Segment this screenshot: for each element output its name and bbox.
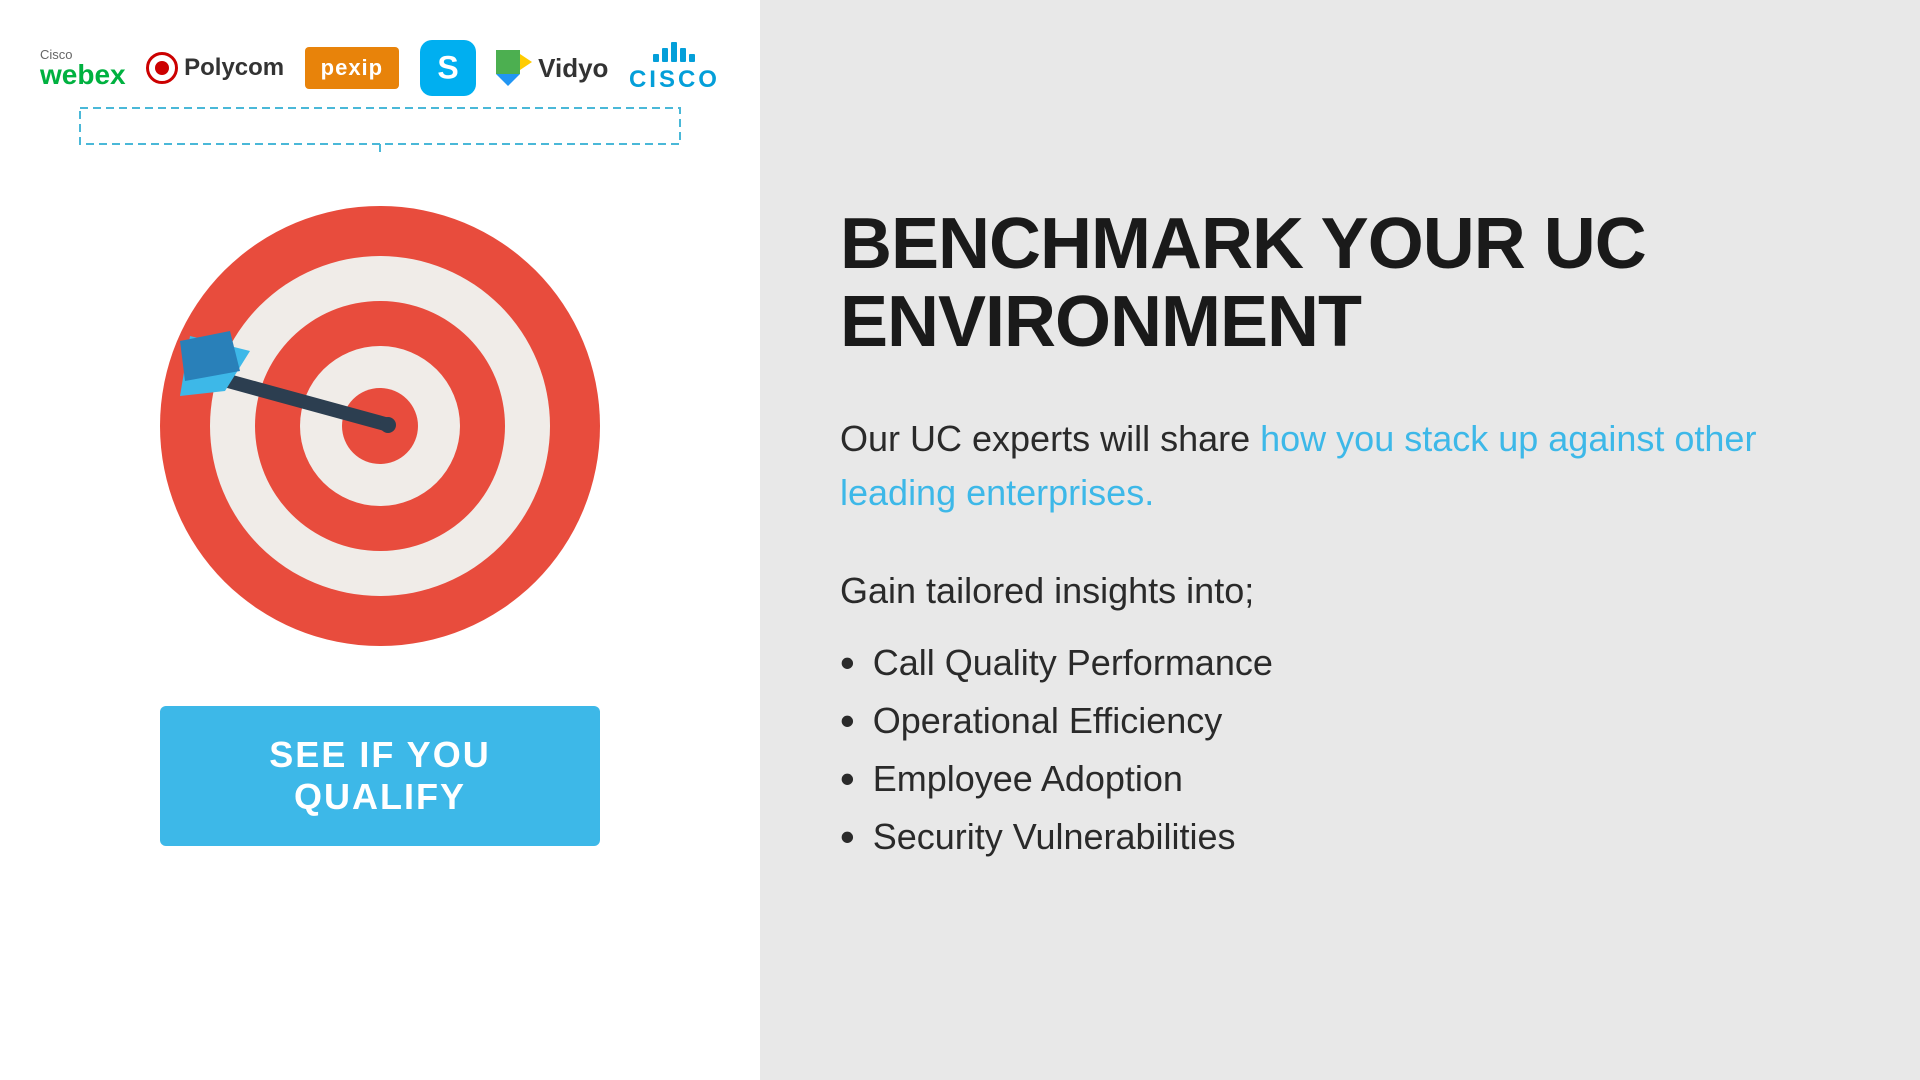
- webex-label: webex: [40, 61, 126, 89]
- cisco-bar-2: [662, 48, 668, 62]
- pexip-label: pexip: [305, 47, 399, 89]
- connector-lines: [70, 106, 690, 156]
- polycom-circle-icon: [146, 52, 178, 84]
- bullseye-svg: [150, 196, 610, 656]
- insight-2: Operational Efficiency: [873, 700, 1223, 742]
- cisco-bar-1: [653, 54, 659, 62]
- list-item: Operational Efficiency: [840, 700, 1840, 742]
- insights-intro: Gain tailored insights into;: [840, 570, 1840, 612]
- list-item: Call Quality Performance: [840, 642, 1840, 684]
- cisco-bars-icon: [653, 42, 695, 62]
- qualify-button[interactable]: SEE IF YOU QUALIFY: [160, 706, 600, 846]
- polycom-inner-icon: [155, 61, 169, 75]
- svg-text:S: S: [437, 50, 458, 86]
- description-text: Our UC experts will share how you stack …: [840, 412, 1840, 520]
- page-title: BENCHMARK YOUR UC ENVIRONMENT: [840, 206, 1840, 362]
- right-panel: BENCHMARK YOUR UC ENVIRONMENT Our UC exp…: [760, 0, 1920, 1080]
- insights-list: Call Quality Performance Operational Eff…: [840, 642, 1840, 874]
- pexip-logo: pexip: [305, 47, 399, 89]
- description-prefix: Our UC experts will share: [840, 418, 1260, 459]
- left-panel: Cisco webex Polycom pexip S Vidyo: [0, 0, 760, 1080]
- vidyo-label: Vidyo: [538, 53, 608, 84]
- cisco-label: CISCO: [629, 66, 720, 94]
- webex-logo: Cisco webex: [40, 48, 126, 89]
- target-image: [140, 186, 620, 666]
- insight-3: Employee Adoption: [873, 758, 1183, 800]
- list-item: Security Vulnerabilities: [840, 816, 1840, 858]
- vidyo-icon: [496, 50, 532, 86]
- cisco-bar-3: [671, 42, 677, 62]
- logos-row: Cisco webex Polycom pexip S Vidyo: [40, 40, 720, 96]
- cisco-logo: CISCO: [629, 42, 720, 94]
- polycom-label: Polycom: [184, 54, 284, 82]
- cisco-bar-4: [680, 48, 686, 62]
- cisco-bar-5: [689, 54, 695, 62]
- insight-4: Security Vulnerabilities: [873, 816, 1236, 858]
- list-item: Employee Adoption: [840, 758, 1840, 800]
- skype-icon: S: [420, 40, 476, 96]
- skype-logo: S: [420, 40, 476, 96]
- polycom-logo: Polycom: [146, 52, 284, 84]
- connector-svg: [70, 106, 690, 156]
- insight-1: Call Quality Performance: [873, 642, 1273, 684]
- vidyo-logo: Vidyo: [496, 50, 608, 86]
